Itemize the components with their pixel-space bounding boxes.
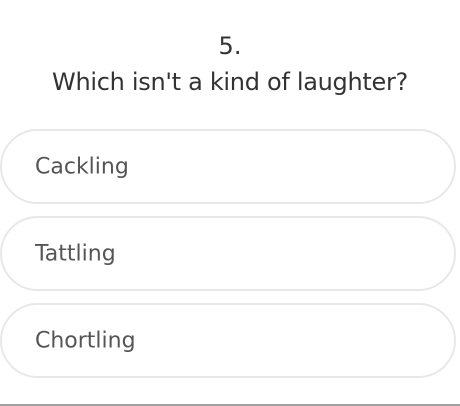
answer-option-label: Tattling	[35, 241, 116, 266]
answer-option-label: Cackling	[35, 154, 129, 179]
answer-option-chortling[interactable]: Chortling	[0, 303, 456, 378]
question-number: 5.	[218, 32, 242, 60]
question-text: Which isn't a kind of laughter?	[52, 68, 408, 96]
answer-option-label: Chortling	[35, 328, 136, 353]
answer-option-cackling[interactable]: Cackling	[0, 129, 456, 204]
answer-option-tattling[interactable]: Tattling	[0, 216, 456, 291]
